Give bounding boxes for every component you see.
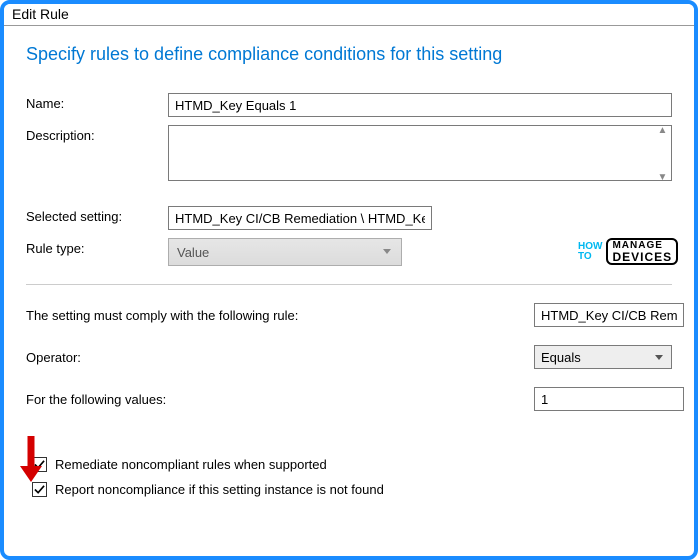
window-titlebar: Edit Rule bbox=[4, 4, 694, 26]
description-input[interactable] bbox=[168, 125, 672, 181]
rule-type-value: Value bbox=[177, 245, 209, 260]
comply-rule-input[interactable] bbox=[534, 303, 684, 327]
operator-label: Operator: bbox=[26, 350, 534, 365]
selected-setting-input[interactable] bbox=[168, 206, 432, 230]
rule-type-label: Rule type: bbox=[26, 238, 168, 256]
checkmark-icon bbox=[34, 484, 45, 495]
checkmark-icon bbox=[34, 459, 45, 470]
page-heading: Specify rules to define compliance condi… bbox=[26, 44, 672, 65]
report-checkbox-label: Report noncompliance if this setting ins… bbox=[55, 482, 384, 497]
report-checkbox[interactable] bbox=[32, 482, 47, 497]
remediate-checkbox-label: Remediate noncompliant rules when suppor… bbox=[55, 457, 327, 472]
window-title: Edit Rule bbox=[12, 6, 69, 22]
remediate-checkbox[interactable] bbox=[32, 457, 47, 472]
operator-value: Equals bbox=[541, 350, 581, 365]
values-label: For the following values: bbox=[26, 392, 534, 407]
name-input[interactable] bbox=[168, 93, 672, 117]
rule-type-select: Value bbox=[168, 238, 402, 266]
edit-rule-window: Edit Rule Specify rules to define compli… bbox=[0, 0, 698, 560]
description-label: Description: bbox=[26, 125, 168, 143]
comply-rule-label: The setting must comply with the followi… bbox=[26, 308, 534, 323]
selected-setting-label: Selected setting: bbox=[26, 206, 168, 224]
divider bbox=[26, 284, 672, 285]
operator-select[interactable]: Equals bbox=[534, 345, 672, 369]
name-label: Name: bbox=[26, 93, 168, 111]
watermark-logo: HOW TO MANAGE DEVICES bbox=[578, 238, 678, 265]
values-input[interactable] bbox=[534, 387, 684, 411]
